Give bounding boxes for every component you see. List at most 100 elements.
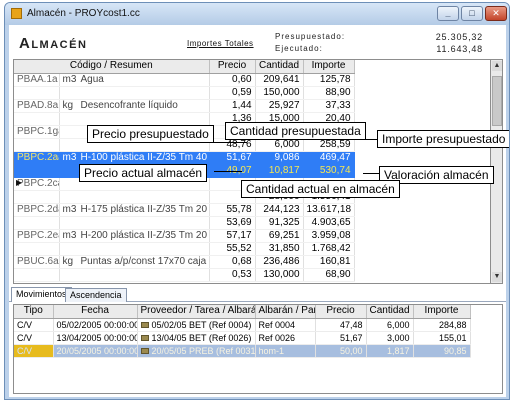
pointer-line — [352, 139, 377, 140]
summary-header: Almacén Importes Totales Presupuestado: … — [9, 25, 506, 57]
cell-cantidad: 236,486 — [255, 255, 304, 269]
tab-movimientos[interactable]: Movimientos — [11, 287, 72, 302]
cell-importe: 3.959,08 — [303, 229, 355, 243]
cell-cantidad: 69,251 — [255, 229, 304, 243]
cell-code — [14, 190, 60, 204]
app-window: Almacén - PROYcost1.cc _ □ ✕ Almacén Imp… — [4, 2, 510, 400]
cell-precio: 51,67 — [315, 331, 367, 345]
cell-code — [14, 216, 60, 230]
cell-precio: 0,60 — [209, 73, 256, 87]
cell-summary: m3 Agua — [59, 73, 210, 87]
table-row[interactable]: 0,53 130,000 68,90 — [14, 268, 355, 282]
cell-code: PBPC.2aaa — [14, 151, 60, 165]
cell-albaran: Ref 0026 — [255, 331, 316, 345]
table-row[interactable]: PBPC.2dabm3H-175 plástica II-Z/35 Tm 205… — [14, 203, 355, 217]
cell-importe: 13.617,18 — [303, 203, 355, 217]
table-row[interactable]: C/V 20/05/2005 00:00:00 20/05/05 PREB (Ref… — [14, 344, 471, 358]
presupuestado-label: Presupuestado: — [275, 32, 346, 41]
cell-cantidad: 9,086 — [255, 151, 304, 165]
col-importe[interactable]: Importe — [303, 60, 355, 74]
minimize-button[interactable]: _ — [437, 6, 459, 21]
cell-cantidad: 3,000 — [366, 331, 414, 345]
importes-totales-link[interactable]: Importes Totales — [187, 39, 254, 48]
cell-precio: 47,48 — [315, 318, 367, 332]
table-row[interactable]: 0,59 150,000 88,90 — [14, 86, 355, 100]
tab-ascendencia[interactable]: Ascendencia — [65, 288, 127, 302]
ejecutado-label: Ejecutado: — [275, 44, 323, 53]
cell-code — [14, 164, 60, 178]
table-row[interactable]: PBUC.6akg Puntas a/p/const 17x70 caja 3kg… — [14, 255, 355, 269]
cell-code — [14, 242, 60, 256]
col-cantidad[interactable]: Cantidad — [255, 60, 304, 74]
maximize-button[interactable]: □ — [461, 6, 483, 21]
cell-tipo: C/V — [14, 318, 54, 332]
cell-fecha: 13/04/2005 00:00:00 — [53, 331, 138, 345]
cell-cantidad: 25,927 — [255, 99, 304, 113]
col-cantidad-mov[interactable]: Cantidad — [366, 305, 414, 319]
cell-code: PBAA.1a — [14, 73, 60, 87]
cell-code: PBUC.6a — [14, 255, 60, 269]
cell-unit: m3 — [62, 203, 77, 215]
callout-precio-actual: Precio actual almacén — [79, 164, 208, 182]
col-importe-mov[interactable]: Importe — [413, 305, 471, 319]
cell-unit: m3 — [62, 151, 77, 163]
cell-precio: 0,53 — [209, 268, 256, 282]
cell-importe: 1.768,42 — [303, 242, 355, 256]
table-row[interactable]: PBAA.1a m3 Agua 0,60 209,641 125,78 — [14, 73, 355, 87]
title-bar[interactable]: Almacén - PROYcost1.cc _ □ ✕ — [5, 3, 509, 25]
detail-tabs: Movimientos Ascendencia — [9, 287, 506, 302]
cell-code — [14, 86, 60, 100]
pointer-line — [214, 171, 242, 172]
table-row[interactable]: PBPC.2aaam3H-100 plástica II-Z/35 Tm 405… — [14, 151, 355, 165]
cell-summary — [59, 216, 210, 230]
col-codigo-resumen[interactable]: Código / Resumen — [14, 60, 210, 74]
cell-proveedor-text: 20/05/05 PREB (Ref 0031) — [151, 345, 255, 356]
cell-unit: kg — [62, 255, 74, 267]
table-row[interactable]: PBAD.8a kg Desencofrante líquido 1,44 25,927… — [14, 99, 355, 113]
cell-precio: 53,69 — [209, 216, 256, 230]
cell-summary: m3 H-175 plástica II-Z/35 Tm 20 — [59, 203, 210, 217]
cell-albaran: hom-1 — [255, 344, 316, 358]
scroll-thumb[interactable] — [492, 76, 502, 126]
cell-tipo: C/V — [14, 344, 54, 358]
cell-cantidad: 130,000 — [255, 268, 304, 282]
cell-summary — [59, 190, 210, 204]
col-fecha[interactable]: Fecha — [53, 305, 138, 319]
scroll-down-icon[interactable]: ▼ — [492, 272, 502, 282]
col-tipo[interactable]: Tipo — [14, 305, 54, 319]
cell-description: H-100 plástica II-Z/35 Tm 40 — [80, 151, 208, 163]
cell-tipo: C/V — [14, 331, 54, 345]
cell-code: PBPC.2eab — [14, 229, 60, 243]
table-row[interactable]: C/V 13/04/2005 00:00:00 13/04/05 BET (Ref … — [14, 331, 471, 345]
close-button[interactable]: ✕ — [485, 6, 507, 21]
cell-cantidad: 1,817 — [366, 344, 414, 358]
cell-description: H-175 plástica II-Z/35 Tm 20 — [80, 203, 208, 215]
app-icon — [11, 8, 22, 19]
page-title: Almacén — [19, 35, 88, 52]
pointer-line — [363, 173, 379, 174]
presupuestado-value: 25.305,32 — [435, 32, 483, 42]
cell-cantidad: 31,850 — [255, 242, 304, 256]
movements-grid[interactable]: Tipo Fecha Proveedor / Tarea / Albarán A… — [13, 304, 503, 394]
col-precio-mov[interactable]: Precio — [315, 305, 367, 319]
col-proveedor[interactable]: Proveedor / Tarea / Albarán — [137, 305, 256, 319]
cell-cantidad: 244,123 — [255, 203, 304, 217]
table-row[interactable]: 53,69 91,325 4.903,65 — [14, 216, 355, 230]
col-precio[interactable]: Precio — [209, 60, 256, 74]
cell-precio: 0,59 — [209, 86, 256, 100]
table-row[interactable]: PBPC.2eabm3H-200 plástica II-Z/35 Tm 205… — [14, 229, 355, 243]
cell-unit: m3 — [62, 73, 77, 85]
cell-proveedor: 20/05/05 PREB (Ref 0031) — [137, 344, 256, 358]
cell-importe: 155,01 — [413, 331, 471, 345]
cell-fecha: 20/05/2005 00:00:00 — [53, 344, 138, 358]
cell-description: Puntas a/p/const 17x70 caja 3kg — [80, 255, 209, 267]
table-row[interactable]: 55,52 31,850 1.768,42 — [14, 242, 355, 256]
cell-summary — [59, 86, 210, 100]
scroll-up-icon[interactable]: ▲ — [492, 61, 502, 71]
cell-proveedor-text: 05/02/05 BET (Ref 0004) — [151, 319, 252, 330]
table-row[interactable]: C/V 05/02/2005 00:00:00 05/02/05 BET (Ref … — [14, 318, 471, 332]
col-albaran[interactable]: Albarán / Parte — [255, 305, 316, 319]
cell-importe: 284,88 — [413, 318, 471, 332]
cell-summary: m3 H-200 plástica II-Z/35 Tm 20 — [59, 229, 210, 243]
ejecutado-value: 11.643,48 — [436, 44, 483, 54]
